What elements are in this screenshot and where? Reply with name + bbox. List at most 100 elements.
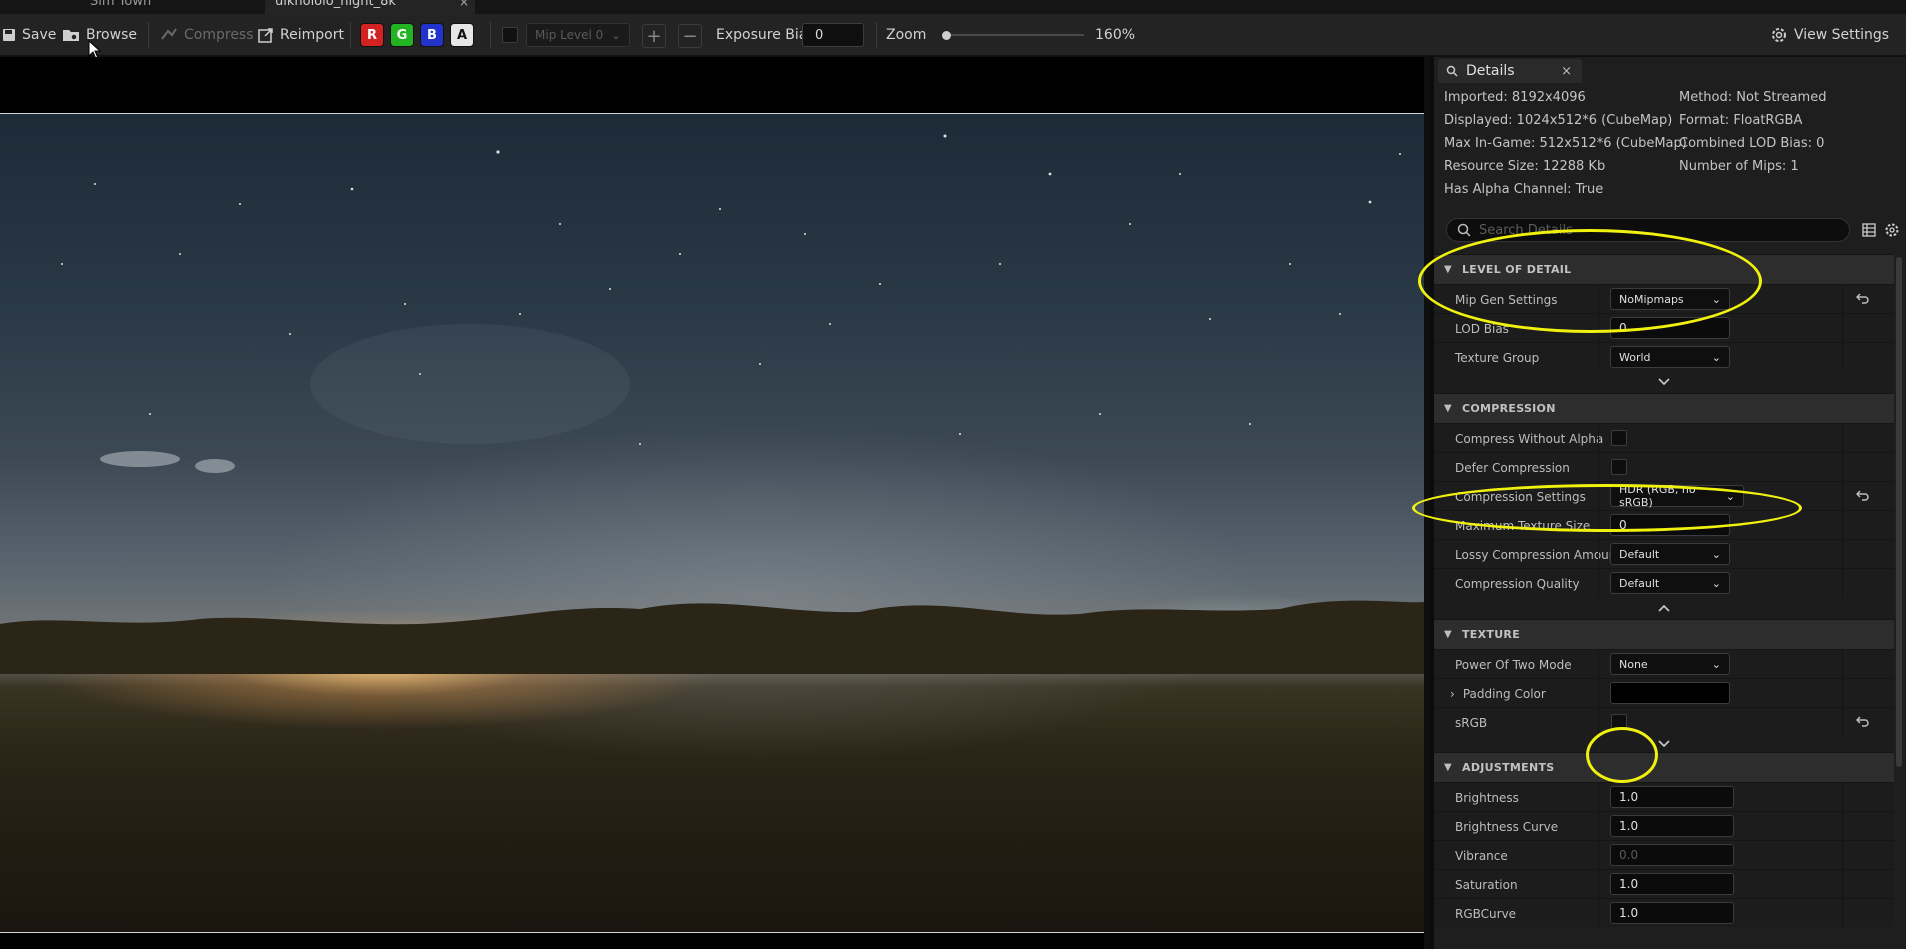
power-of-two-dropdown[interactable]: None ⌄ — [1610, 653, 1730, 675]
compress-without-alpha-checkbox[interactable] — [1611, 430, 1627, 446]
row-padding-color: › Padding Color — [1434, 678, 1894, 708]
rgbcurve-input[interactable]: 1.0 — [1610, 902, 1734, 924]
chevron-down-icon: ⌄ — [1711, 350, 1721, 364]
show-advanced-toggle[interactable] — [1434, 736, 1894, 752]
property-label: Brightness — [1455, 790, 1519, 805]
mip-level-text: Mip Level 0 — [535, 28, 604, 42]
property-label: Defer Compression — [1455, 460, 1570, 475]
hdr-texture-preview — [0, 113, 1424, 933]
save-button[interactable]: Save — [2, 14, 56, 56]
property-label: Vibrance — [1455, 848, 1508, 863]
tab-texture[interactable]: ulkhololo_night_8k × — [265, 0, 475, 14]
mip-gen-dropdown[interactable]: NoMipmaps ⌄ — [1610, 288, 1730, 310]
details-search-input[interactable]: Search Details — [1446, 218, 1850, 242]
details-tab[interactable]: Details × — [1438, 59, 1582, 83]
chevron-down-icon: ⌄ — [1725, 489, 1735, 503]
row-compression-quality: Compression Quality Default ⌄ — [1434, 568, 1894, 598]
chevron-up-icon — [1658, 604, 1670, 612]
chevron-right-icon[interactable]: › — [1450, 687, 1455, 701]
compress-icon — [161, 28, 177, 40]
brightness-input[interactable]: 1.0 — [1610, 786, 1734, 808]
mip-increase-button[interactable]: + — [642, 24, 666, 48]
view-settings-label: View Settings — [1794, 27, 1890, 43]
row-compression-settings: Compression Settings HDR (RGB, no sRGB) ⌄ — [1434, 481, 1894, 511]
toolbar-separator — [148, 22, 149, 48]
row-brightness-curve: Brightness Curve 1.0 — [1434, 811, 1894, 841]
section-adjustments[interactable]: ▼ ADJUSTMENTS — [1434, 752, 1894, 782]
row-rgbcurve: RGBCurve 1.0 — [1434, 898, 1894, 928]
mip-level-dropdown[interactable]: Mip Level 0 ⌄ — [526, 23, 630, 47]
channel-alpha-toggle[interactable]: A — [450, 23, 474, 47]
reset-to-default-icon[interactable] — [1856, 715, 1870, 727]
table-view-icon[interactable] — [1862, 223, 1876, 237]
tab-label: Sim Town — [90, 0, 152, 9]
compression-quality-dropdown[interactable]: Default ⌄ — [1610, 572, 1730, 594]
chevron-down-icon — [1658, 378, 1670, 386]
hide-advanced-toggle[interactable] — [1434, 597, 1894, 619]
toolbar-separator — [876, 22, 877, 48]
chevron-down-icon: ▼ — [1444, 403, 1452, 414]
mip-decrease-button[interactable]: − — [678, 24, 702, 48]
info-max-in-game: Max In-Game: 512x512*6 (CubeMap) — [1444, 136, 1687, 151]
reset-to-default-icon[interactable] — [1856, 489, 1870, 501]
reimport-button[interactable]: Reimport — [258, 14, 344, 56]
chevron-down-icon — [1658, 740, 1670, 748]
night-sky-landscape-image — [0, 134, 1424, 674]
saturation-input[interactable]: 1.0 — [1610, 873, 1734, 895]
details-scrollbar[interactable] — [1896, 257, 1902, 767]
reset-to-default-icon[interactable] — [1856, 292, 1870, 304]
texture-group-dropdown[interactable]: World ⌄ — [1610, 346, 1730, 368]
compression-settings-dropdown[interactable]: HDR (RGB, no sRGB) ⌄ — [1610, 483, 1744, 509]
defer-compression-checkbox[interactable] — [1611, 459, 1627, 475]
info-num-mips: Number of Mips: 1 — [1679, 159, 1799, 174]
channel-blue-toggle[interactable]: B — [420, 23, 444, 47]
row-texture-group: Texture Group World ⌄ — [1434, 342, 1894, 372]
compress-button[interactable]: Compress — [160, 14, 254, 56]
row-lossy-compression: Lossy Compression Amount Default ⌄ — [1434, 539, 1894, 569]
search-icon — [1457, 223, 1471, 237]
zoom-slider[interactable] — [944, 34, 1084, 36]
show-advanced-toggle[interactable] — [1434, 371, 1894, 393]
vibrance-input[interactable]: 0.0 — [1610, 844, 1734, 866]
max-texture-size-input[interactable]: 0 — [1610, 514, 1730, 536]
property-label: Texture Group — [1455, 350, 1540, 365]
tab-sim-town[interactable]: Sim Town — [80, 0, 161, 14]
property-label: Compression Quality — [1455, 576, 1580, 591]
brightness-curve-input[interactable]: 1.0 — [1610, 815, 1734, 837]
padding-color-swatch[interactable] — [1610, 682, 1730, 704]
srgb-checkbox[interactable] — [1611, 714, 1627, 730]
channel-green-toggle[interactable]: G — [390, 23, 414, 47]
settings-gear-icon[interactable] — [1884, 222, 1900, 238]
property-label: LOD Bias — [1455, 321, 1509, 336]
lossy-compression-dropdown[interactable]: Default ⌄ — [1610, 543, 1730, 565]
lod-bias-input[interactable]: 0 — [1610, 317, 1730, 339]
reimport-icon — [258, 28, 273, 43]
toolbar-separator — [350, 22, 351, 48]
texture-viewport[interactable] — [0, 57, 1424, 949]
save-label: Save — [22, 27, 57, 43]
mip-level-checkbox[interactable] — [502, 27, 518, 43]
close-icon[interactable]: × — [459, 0, 469, 12]
row-max-texture-size: Maximum Texture Size 0 — [1434, 510, 1894, 540]
section-texture[interactable]: ▼ TEXTURE — [1434, 619, 1894, 649]
zoom-value: 160% — [1095, 27, 1136, 43]
zoom-slider-handle[interactable] — [942, 31, 951, 40]
exposure-bias-label: Exposure Bias — [716, 27, 815, 43]
zoom-label: Zoom — [886, 27, 927, 43]
browse-folder-icon — [63, 30, 79, 41]
chevron-down-icon: ▼ — [1444, 762, 1452, 773]
channel-label: A — [456, 27, 468, 43]
channel-red-toggle[interactable]: R — [360, 23, 384, 47]
view-settings-button[interactable]: View Settings — [1770, 14, 1889, 56]
section-level-of-detail[interactable]: ▼ LEVEL OF DETAIL — [1434, 254, 1894, 284]
section-compression[interactable]: ▼ COMPRESSION — [1434, 393, 1894, 423]
channel-label: R — [366, 27, 377, 43]
exposure-bias-input[interactable]: 0 — [802, 23, 864, 47]
section-title: LEVEL OF DETAIL — [1462, 263, 1572, 276]
channel-label: B — [427, 27, 437, 43]
row-compress-without-alpha: Compress Without Alpha — [1434, 423, 1894, 453]
close-icon[interactable]: × — [1561, 64, 1572, 79]
property-label: Lossy Compression Amount — [1455, 547, 1622, 562]
search-icon — [1446, 65, 1458, 77]
details-tab-label: Details — [1466, 63, 1515, 79]
